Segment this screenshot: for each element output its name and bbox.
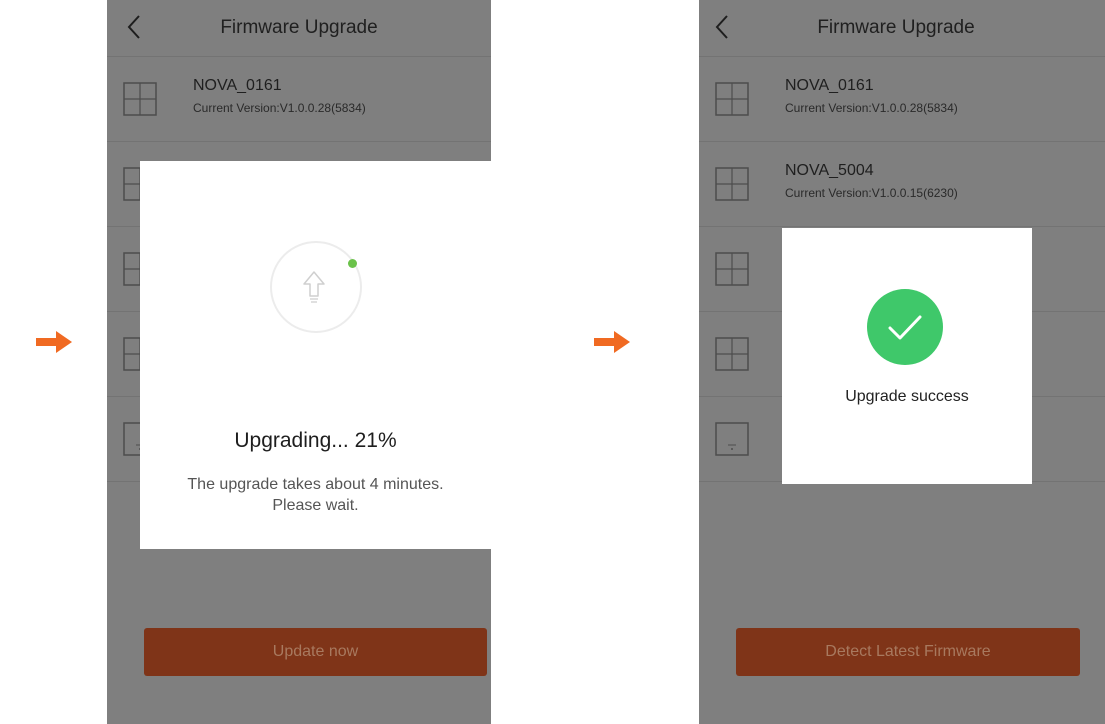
device-version: Current Version:V1.0.0.15(6230) xyxy=(785,186,958,200)
device-list-item[interactable]: NOVA_0161 Current Version:V1.0.0.28(5834… xyxy=(699,57,1105,142)
nav-bar: Firmware Upgrade xyxy=(699,0,1105,57)
device-list-item[interactable]: NOVA_0161 Current Version:V1.0.0.28(5834… xyxy=(107,57,491,142)
device-name: NOVA_0161 xyxy=(785,77,874,94)
page-title: Firmware Upgrade xyxy=(220,17,378,38)
upload-progress-ring xyxy=(270,241,362,333)
upgrade-message-line: Please wait. xyxy=(272,497,359,514)
device-router-icon xyxy=(715,422,749,456)
upgrading-dialog: Upgrading... 21% The upgrade takes about… xyxy=(140,161,491,549)
page-title: Firmware Upgrade xyxy=(817,17,975,38)
device-list-item[interactable]: NOVA_5004 Current Version:V1.0.0.15(6230… xyxy=(699,142,1105,227)
transition-arrow-icon xyxy=(594,331,634,353)
upgrade-success-dialog: Upgrade success xyxy=(782,228,1032,484)
detect-latest-firmware-button[interactable]: Detect Latest Firmware xyxy=(736,628,1080,676)
device-grid-icon xyxy=(715,337,749,371)
upload-arrow-icon xyxy=(303,271,325,303)
phone-screen-upgrading: Firmware Upgrade NOVA_0161 Current Versi… xyxy=(107,0,491,724)
success-message: Upgrade success xyxy=(845,388,969,405)
transition-arrow-icon xyxy=(36,331,76,353)
nav-bar: Firmware Upgrade xyxy=(107,0,491,57)
progress-indicator-dot xyxy=(348,259,357,268)
update-now-button[interactable]: Update now xyxy=(144,628,487,676)
device-grid-icon xyxy=(715,82,749,116)
upgrade-progress-title: Upgrading... 21% xyxy=(234,429,397,452)
device-name: NOVA_5004 xyxy=(785,162,874,179)
device-grid-icon xyxy=(123,82,157,116)
device-grid-icon xyxy=(715,252,749,286)
success-check-icon xyxy=(867,289,943,365)
device-name: NOVA_0161 xyxy=(193,77,282,94)
device-version: Current Version:V1.0.0.28(5834) xyxy=(785,101,958,115)
upgrade-message-line: The upgrade takes about 4 minutes. xyxy=(187,476,444,493)
device-grid-icon xyxy=(715,167,749,201)
device-version: Current Version:V1.0.0.28(5834) xyxy=(193,101,366,115)
upgrade-message: The upgrade takes about 4 minutes. Pleas… xyxy=(150,474,481,516)
phone-screen-success: Firmware Upgrade NOVA_0161 Current Versi… xyxy=(699,0,1105,724)
